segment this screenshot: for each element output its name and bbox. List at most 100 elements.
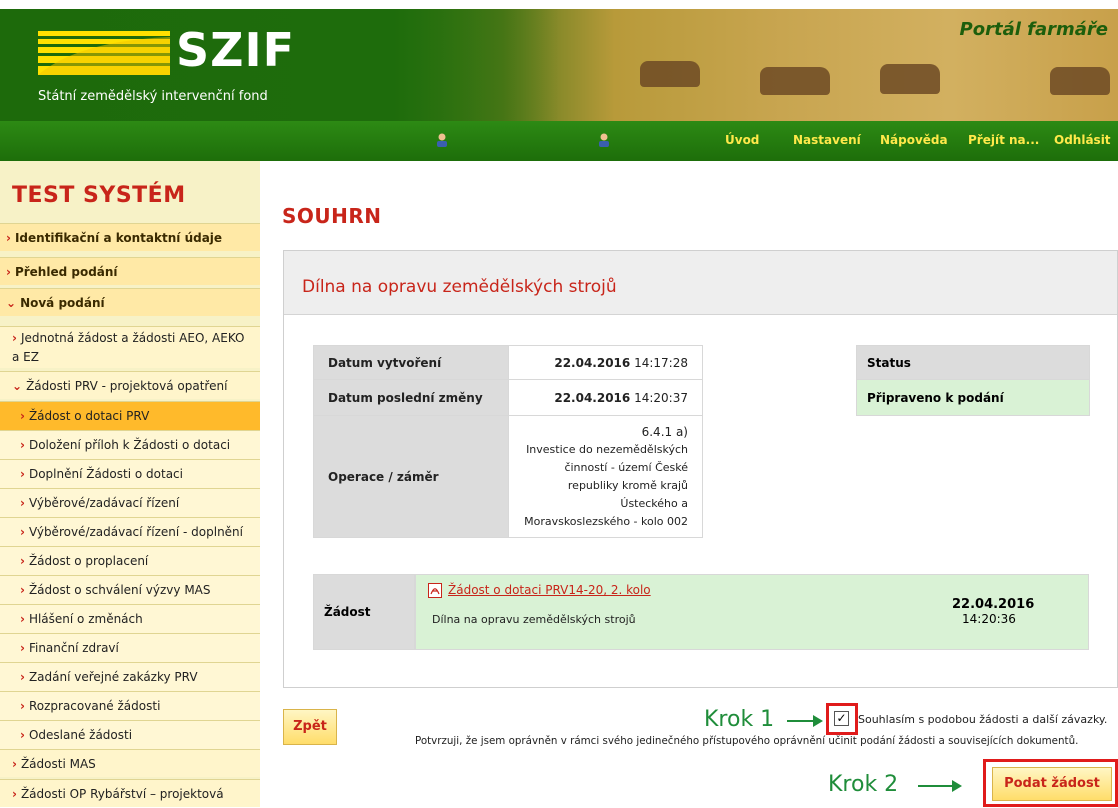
back-button[interactable]: Zpět (283, 709, 337, 745)
table-row: Datum vytvoření 22.04.2016 14:17:28 (313, 345, 703, 380)
chevron-right-icon: › (20, 467, 25, 481)
panel-header: Dílna na opravu zemědělských strojů (284, 251, 1117, 315)
sidebar-item-schvaleni-vyzvy-mas[interactable]: › Žádost o schválení výzvy MAS (0, 575, 260, 604)
sidebar-item-label: Výběrové/zadávací řízení (28, 496, 180, 510)
zadost-label: Žádost (324, 605, 371, 619)
sidebar-item-identifikacni-udaje[interactable]: › Identifikační a kontaktní údaje (0, 223, 260, 251)
chevron-right-icon: › (6, 231, 11, 245)
step2-annotation: Krok 2 (828, 772, 899, 797)
zadost-content-cell: Žádost o dotaci PRV14-20, 2. kolo Dílna … (415, 574, 1089, 650)
operation-line: Ústeckého a (620, 496, 688, 510)
created-value: 22.04.2016 14:17:28 (508, 345, 703, 380)
operation-line: 6.4.1 a) (641, 424, 688, 439)
sidebar-item-label: Identifikační a kontaktní údaje (14, 231, 223, 245)
sidebar-item-nova-podani[interactable]: ⌄ Nová podání (0, 288, 260, 316)
chevron-right-icon: › (20, 641, 25, 655)
consent-text: Souhlasím s podobou žádosti a další záva… (858, 713, 1108, 726)
sidebar-item-zadost-o-dotaci-prv[interactable]: › Žádost o dotaci PRV (0, 401, 260, 430)
page-title: SOUHRN (282, 204, 382, 228)
arrow-right-icon (787, 715, 823, 727)
nav-item-prejit-na[interactable]: Přejít na... (968, 133, 1039, 147)
banner-cow (640, 61, 700, 87)
sidebar-item-zadost-o-proplaceni[interactable]: › Žádost o proplacení (0, 546, 260, 575)
sidebar-item-jednotna-zadost[interactable]: › Jednotná žádost a žádosti AEO, AEKO a E… (0, 326, 260, 368)
sidebar-item-zadosti-mas[interactable]: › Žádosti MAS (0, 749, 260, 777)
nav-item-napoveda[interactable]: Nápověda (880, 133, 948, 147)
step1-annotation: Krok 1 (704, 707, 775, 732)
chevron-right-icon: › (20, 496, 25, 510)
nav-item-odhlasit[interactable]: Odhlásit (1054, 133, 1111, 147)
chevron-right-icon: › (20, 670, 25, 684)
header-banner: SZIF Státní zemědělský intervenční fond … (0, 9, 1118, 121)
user-icon[interactable] (436, 133, 448, 147)
operation-line: činností - území České (564, 460, 688, 474)
operation-value: 6.4.1 a) Investice do nezemědělských čin… (508, 415, 703, 538)
zadost-row: Žádost Žádost o dotaci PRV14-20, 2. kolo… (313, 574, 1089, 650)
org-name: Státní zemědělský intervenční fond (38, 89, 268, 104)
user-icon[interactable] (598, 133, 610, 147)
sidebar-item-label: Doplnění Žádosti o dotaci (28, 467, 183, 481)
table-row: Datum poslední změny 22.04.2016 14:20:37 (313, 379, 703, 416)
changed-date: 22.04.2016 (554, 390, 631, 405)
summary-panel: Dílna na opravu zemědělských strojů Datu… (283, 250, 1118, 688)
sidebar-item-zadosti-prv[interactable]: ⌄ Žádosti PRV - projektová opatření (0, 371, 260, 399)
sidebar-item-dolozeni-priloh[interactable]: › Doložení příloh k Žádosti o dotaci (0, 430, 260, 459)
sidebar-item-rozpracovane-zadosti[interactable]: › Rozpracované žádosti (0, 691, 260, 720)
operation-line: republiky kromě krajů (567, 478, 688, 492)
created-label: Datum vytvoření (313, 345, 509, 380)
sidebar-item-label: Žádost o schválení výzvy MAS (28, 583, 211, 597)
status-header: Status (856, 345, 1090, 380)
chevron-right-icon: › (20, 583, 25, 597)
chevron-right-icon: › (20, 728, 25, 742)
chevron-right-icon: › (20, 409, 25, 423)
status-badge: Připraveno k podání (856, 379, 1090, 416)
table-row: Status (856, 345, 1090, 380)
chevron-down-icon: ⌄ (6, 296, 17, 310)
zadost-date: 22.04.2016 (952, 597, 1035, 612)
chevron-right-icon: › (20, 554, 25, 568)
sidebar-item-prehled-podani[interactable]: › Přehled podání (0, 257, 260, 285)
sidebar-item-odeslane-zadosti[interactable]: › Odeslané žádosti (0, 720, 260, 749)
sidebar-item-hlaseni-o-zmenach[interactable]: › Hlášení o změnách (0, 604, 260, 633)
sidebar-item-label: Žádost o proplacení (28, 554, 149, 568)
sidebar-item-label: Žádosti PRV - projektová opatření (26, 379, 228, 393)
created-date: 22.04.2016 (554, 355, 631, 370)
chevron-right-icon: › (20, 525, 25, 539)
sidebar-item-verejne-zakazky[interactable]: › Zadání veřejné zakázky PRV (0, 662, 260, 691)
sidebar-item-label: Hlášení o změnách (28, 612, 143, 626)
nav-item-uvod[interactable]: Úvod (725, 133, 759, 147)
nav-item-nastaveni[interactable]: Nastavení (793, 133, 861, 147)
sidebar-item-label: Odeslané žádosti (28, 728, 133, 742)
sidebar-item-doplneni-zadosti[interactable]: › Doplnění Žádosti o dotaci (0, 459, 260, 488)
table-row: Připraveno k podání (856, 379, 1090, 416)
sidebar-item-label: Přehled podání (14, 265, 118, 279)
panel-title: Dílna na opravu zemědělských strojů (302, 277, 617, 297)
sidebar-item-op-rybarstvi[interactable]: › Žádosti OP Rybářství – projektová (0, 779, 260, 807)
chevron-right-icon: › (12, 331, 17, 345)
chevron-right-icon: › (20, 699, 25, 713)
zadost-description: Dílna na opravu zemědělských strojů (432, 613, 636, 626)
banner-cow (880, 64, 940, 94)
sidebar-item-label: Žádosti MAS (20, 757, 96, 771)
created-time: 14:17:28 (634, 355, 688, 370)
sidebar-item-label: Žádosti OP Rybářství – projektová (20, 787, 224, 801)
table-row: Operace / záměr 6.4.1 a) Investice do ne… (313, 415, 703, 538)
sidebar-item-vyberove-rizeni-doplneni[interactable]: › Výběrové/zadávací řízení - doplnění (0, 517, 260, 546)
changed-time: 14:20:37 (634, 390, 688, 405)
sidebar: TEST SYSTÉM › Identifikační a kontaktní ú… (0, 161, 260, 807)
consent-checkbox[interactable]: ✓ (834, 711, 849, 726)
banner-cow (1050, 67, 1110, 95)
submit-button[interactable]: Podat žádost (992, 767, 1112, 801)
zadost-link[interactable]: Žádost o dotaci PRV14-20, 2. kolo (448, 583, 651, 597)
chevron-right-icon: › (12, 757, 17, 771)
portal-title: Portál farmáře (959, 19, 1108, 40)
chevron-down-icon: ⌄ (12, 379, 23, 393)
top-nav: Úvod Nastavení Nápověda Přejít na... Odh… (0, 121, 1118, 161)
sidebar-item-label: Nová podání (20, 296, 105, 310)
sidebar-item-label: Zadání veřejné zakázky PRV (28, 670, 198, 684)
arrow-right-icon (918, 780, 962, 792)
sidebar-item-vyberove-rizeni[interactable]: › Výběrové/zadávací řízení (0, 488, 260, 517)
sidebar-item-label: Doložení příloh k Žádosti o dotaci (28, 438, 231, 452)
chevron-right-icon: › (6, 265, 11, 279)
sidebar-item-financni-zdravi[interactable]: › Finanční zdraví (0, 633, 260, 662)
